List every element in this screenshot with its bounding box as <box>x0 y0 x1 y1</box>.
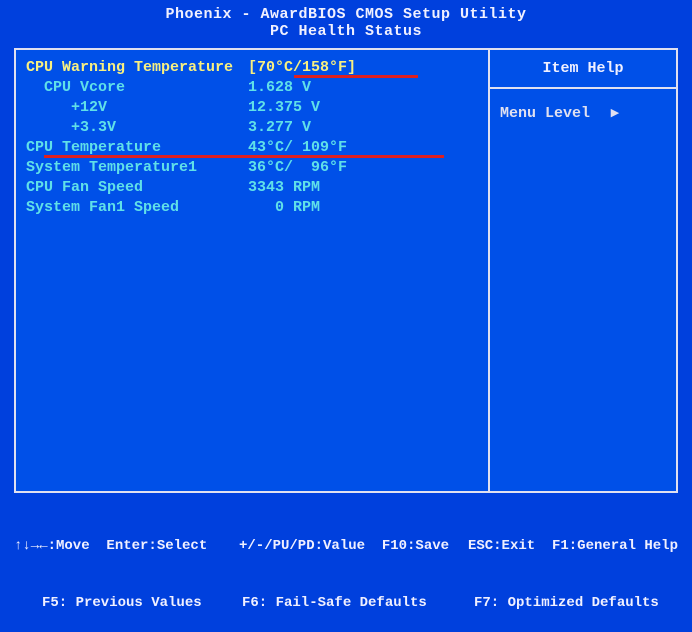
setting-row: CPU Temperature43°C/ 109°F <box>26 138 478 158</box>
hint-failsafe-defaults: F6: Fail-Safe Defaults <box>242 594 474 613</box>
menu-level-label: Menu Level <box>500 105 590 122</box>
highlight-underline <box>44 155 444 158</box>
setting-row: +3.3V3.277 V <box>26 118 478 138</box>
hint-previous-values: F5: Previous Values <box>14 594 242 613</box>
hint-move-select: ↑↓→←:Move Enter:Select <box>14 537 239 556</box>
setting-value: 3.277 V <box>248 118 311 138</box>
help-title: Item Help <box>490 50 676 89</box>
hint-optimized-defaults: F7: Optimized Defaults <box>474 594 659 613</box>
header-title-line2: PC Health Status <box>0 23 692 40</box>
help-panel: Item Help Menu Level ▸ <box>488 48 678 493</box>
setting-label: CPU Fan Speed <box>26 178 248 198</box>
setting-value: 36°C/ 96°F <box>248 158 347 178</box>
setting-row: +12V12.375 V <box>26 98 478 118</box>
setting-label: System Fan1 Speed <box>26 198 248 218</box>
setting-label: +12V <box>26 98 248 118</box>
help-body: Menu Level ▸ <box>490 89 676 136</box>
header-title-line1: Phoenix - AwardBIOS CMOS Setup Utility <box>0 6 692 23</box>
setting-row[interactable]: CPU Warning Temperature[70°C/158°F] <box>26 58 478 78</box>
setting-value: 3343 RPM <box>248 178 320 198</box>
highlight-underline <box>294 75 418 78</box>
main-area: CPU Warning Temperature[70°C/158°F] CPU … <box>14 48 678 493</box>
settings-panel: CPU Warning Temperature[70°C/158°F] CPU … <box>14 48 488 493</box>
hint-exit-help: ESC:Exit F1:General Help <box>468 537 678 556</box>
setting-label: CPU Warning Temperature <box>26 58 248 78</box>
footer-hints: ↑↓→←:Move Enter:Select +/-/PU/PD:Value F… <box>0 493 692 632</box>
setting-value: 0 RPM <box>248 198 320 218</box>
chevron-right-icon: ▸ <box>611 103 619 122</box>
setting-label: System Temperature1 <box>26 158 248 178</box>
setting-value: 12.375 V <box>248 98 320 118</box>
setting-row: CPU Vcore1.628 V <box>26 78 478 98</box>
hint-value-save: +/-/PU/PD:Value F10:Save <box>239 537 468 556</box>
setting-row: System Temperature136°C/ 96°F <box>26 158 478 178</box>
setting-row: System Fan1 Speed 0 RPM <box>26 198 478 218</box>
setting-label: +3.3V <box>26 118 248 138</box>
bios-header: Phoenix - AwardBIOS CMOS Setup Utility P… <box>0 0 692 44</box>
setting-row: CPU Fan Speed3343 RPM <box>26 178 478 198</box>
setting-value: 1.628 V <box>248 78 311 98</box>
setting-label: CPU Vcore <box>26 78 248 98</box>
